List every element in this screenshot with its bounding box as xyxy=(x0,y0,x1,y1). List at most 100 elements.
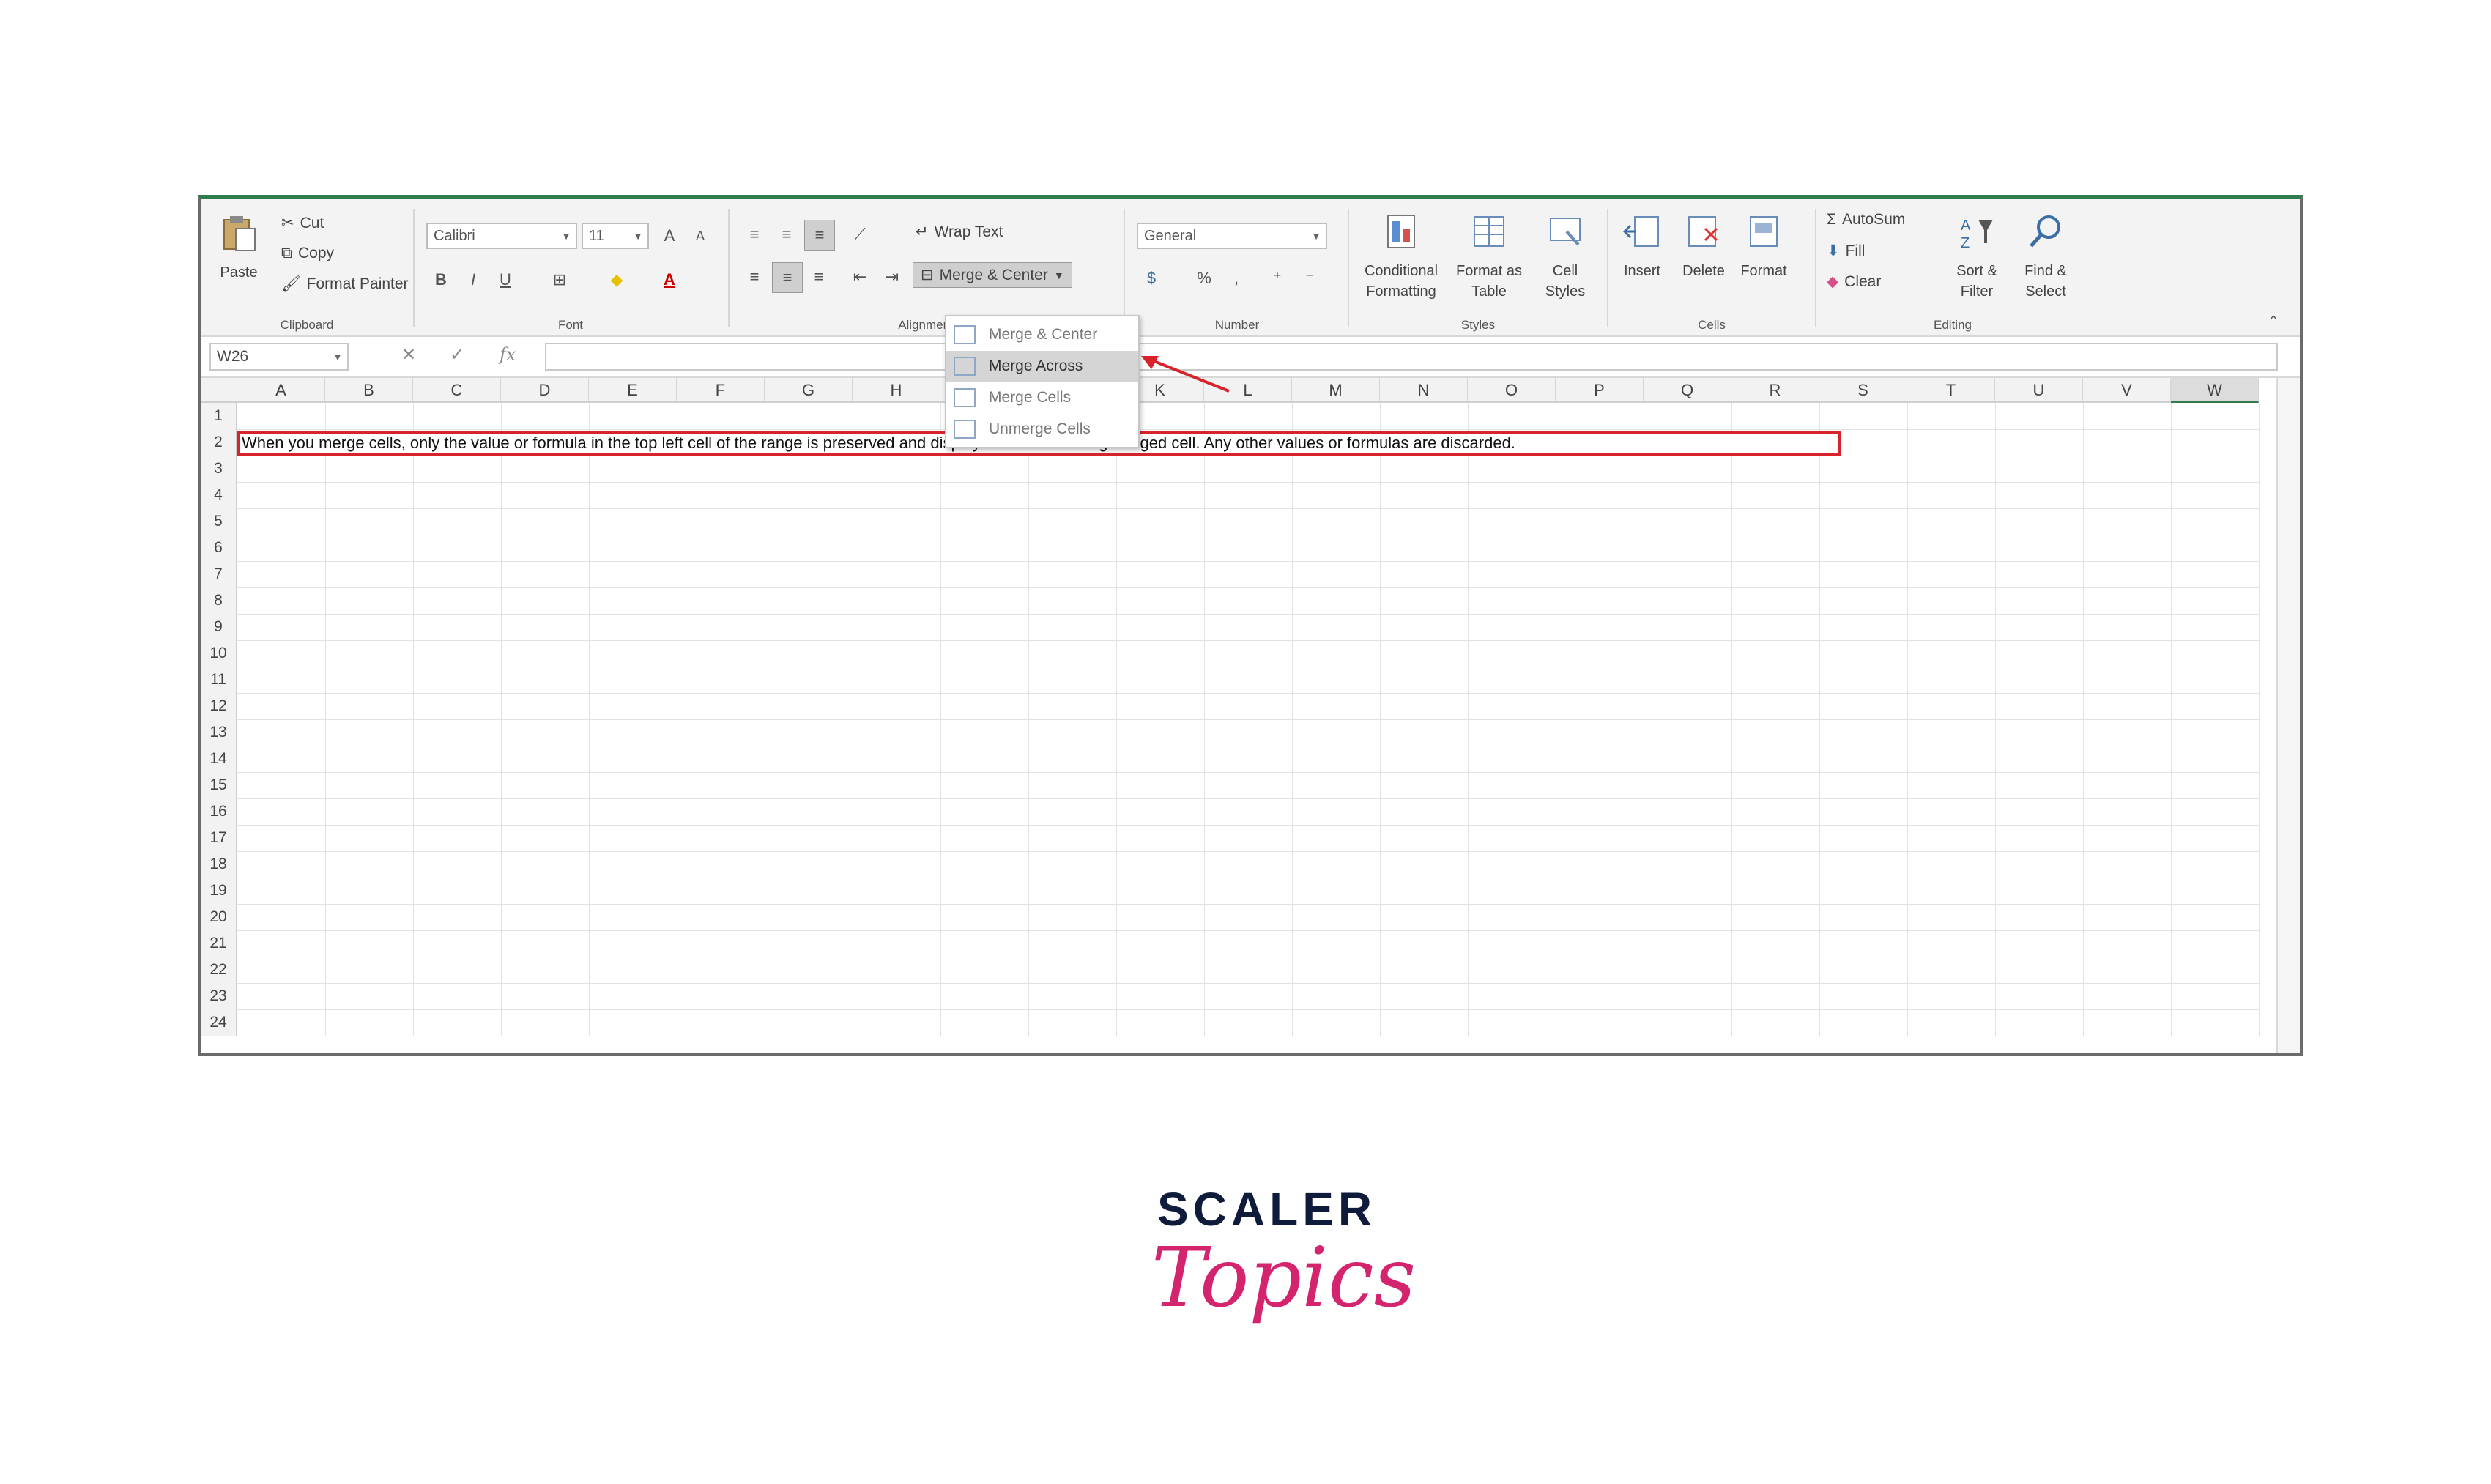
column-header-b[interactable]: B xyxy=(325,378,413,403)
font-size-select[interactable]: 11 ▼ xyxy=(582,223,649,249)
row-header-24[interactable]: 24 xyxy=(201,1009,237,1036)
column-header-w[interactable]: W xyxy=(2171,378,2259,403)
wrap-text-button[interactable]: ↵ Wrap Text xyxy=(916,223,1003,241)
cancel-icon[interactable]: ✕ xyxy=(401,344,416,366)
row-header-3[interactable]: 3 xyxy=(201,456,237,482)
comma-button[interactable]: , xyxy=(1222,264,1251,293)
row-header-14[interactable]: 14 xyxy=(201,746,237,772)
percent-button[interactable]: % xyxy=(1189,264,1219,293)
row-header-13[interactable]: 13 xyxy=(201,719,237,746)
column-header-h[interactable]: H xyxy=(853,378,940,403)
menu-item-merge-cells[interactable]: Merge Cells xyxy=(946,382,1138,413)
orientation-icon[interactable]: ⟋ xyxy=(845,220,875,249)
cell-styles-button[interactable]: Cell Styles xyxy=(1532,211,1598,302)
row-header-21[interactable]: 21 xyxy=(201,930,237,957)
decrease-decimal-button[interactable]: ⁻ xyxy=(1295,264,1324,293)
font-family-select[interactable]: Calibri ▼ xyxy=(426,223,577,249)
currency-button[interactable]: $ xyxy=(1137,264,1166,293)
column-header-g[interactable]: G xyxy=(765,378,853,403)
row-header-1[interactable]: 1 xyxy=(201,403,237,429)
increase-indent-icon[interactable]: ⇥ xyxy=(877,262,907,292)
insert-button[interactable]: Insert xyxy=(1613,211,1671,281)
align-top-icon[interactable]: ≡ xyxy=(740,220,769,249)
column-header-r[interactable]: R xyxy=(1731,378,1819,403)
row-header-23[interactable]: 23 xyxy=(201,983,237,1009)
format-button[interactable]: Format xyxy=(1734,211,1793,281)
fill-color-button[interactable]: ◆ xyxy=(602,265,631,294)
row-header-17[interactable]: 17 xyxy=(201,825,237,851)
clipboard-group-label: Clipboard xyxy=(280,318,334,332)
delete-button[interactable]: Delete xyxy=(1674,211,1733,281)
format-as-table-button[interactable]: Format as Table xyxy=(1449,211,1529,302)
column-header-f[interactable]: F xyxy=(677,378,765,403)
align-right-icon[interactable]: ≡ xyxy=(804,262,834,292)
bold-button[interactable]: B xyxy=(426,265,456,294)
formula-input[interactable] xyxy=(545,343,2278,371)
menu-item-merge-across[interactable]: Merge Across xyxy=(946,351,1138,382)
cut-button[interactable]: ✂ Cut xyxy=(281,214,324,232)
paste-button[interactable]: Paste xyxy=(218,212,259,283)
align-left-icon[interactable]: ≡ xyxy=(740,262,769,292)
row-header-12[interactable]: 12 xyxy=(201,693,237,719)
borders-button[interactable]: ⊞ xyxy=(545,265,574,294)
row-header-7[interactable]: 7 xyxy=(201,561,237,587)
row-header-6[interactable]: 6 xyxy=(201,535,237,561)
row-header-10[interactable]: 10 xyxy=(201,640,237,667)
find-select-button[interactable]: Find & Select xyxy=(2013,211,2079,302)
enter-icon[interactable]: ✓ xyxy=(450,344,464,366)
row-header-19[interactable]: 19 xyxy=(201,878,237,904)
column-header-s[interactable]: S xyxy=(1819,378,1907,403)
column-header-e[interactable]: E xyxy=(589,378,677,403)
shrink-font-button[interactable]: A xyxy=(686,221,715,251)
row-header-8[interactable]: 8 xyxy=(201,587,237,614)
number-format-select[interactable]: General ▼ xyxy=(1137,223,1327,249)
menu-item-merge-center[interactable]: Merge & Center xyxy=(946,319,1138,350)
row-header-15[interactable]: 15 xyxy=(201,772,237,798)
name-box[interactable]: W26 ▼ xyxy=(209,343,349,371)
grow-font-button[interactable]: A xyxy=(655,221,684,251)
row-header-22[interactable]: 22 xyxy=(201,957,237,983)
sort-filter-button[interactable]: A Z Sort & Filter xyxy=(1944,211,2010,302)
align-center-icon[interactable]: ≡ xyxy=(772,262,803,293)
fill-button[interactable]: ⬇ Fill xyxy=(1827,242,1865,260)
row-header-16[interactable]: 16 xyxy=(201,798,237,825)
italic-button[interactable]: I xyxy=(459,265,488,294)
font-color-button[interactable]: A xyxy=(655,265,684,294)
merge-center-button[interactable]: ⊟ Merge & Center ▼ xyxy=(913,262,1072,288)
increase-decimal-button[interactable]: ⁺ xyxy=(1263,264,1292,293)
row-header-20[interactable]: 20 xyxy=(201,904,237,930)
conditional-formatting-button[interactable]: Conditional Formatting xyxy=(1354,211,1449,302)
copy-button[interactable]: ⧉ Copy xyxy=(281,245,334,262)
column-header-c[interactable]: C xyxy=(413,378,501,403)
insert-function-icon[interactable]: fx xyxy=(500,344,516,365)
menu-item-unmerge-cells[interactable]: Unmerge Cells xyxy=(946,414,1138,445)
column-header-p[interactable]: P xyxy=(1556,378,1644,403)
row-header-9[interactable]: 9 xyxy=(201,614,237,640)
autosum-button[interactable]: Σ AutoSum xyxy=(1827,211,1905,229)
select-all-corner[interactable] xyxy=(201,378,237,403)
merge-option-icon xyxy=(954,325,976,344)
clear-button[interactable]: ◆ Clear xyxy=(1827,272,1881,291)
format-painter-button[interactable]: 🖌 Format Painter xyxy=(281,275,409,293)
column-header-d[interactable]: D xyxy=(501,378,589,403)
row-header-2[interactable]: 2 xyxy=(201,429,237,456)
column-header-n[interactable]: N xyxy=(1380,378,1468,403)
row-header-5[interactable]: 5 xyxy=(201,508,237,535)
collapse-ribbon-icon[interactable]: ⌃ xyxy=(2259,306,2288,335)
decrease-indent-icon[interactable]: ⇤ xyxy=(845,262,875,292)
row-header-18[interactable]: 18 xyxy=(201,851,237,878)
column-header-q[interactable]: Q xyxy=(1644,378,1731,403)
column-header-u[interactable]: U xyxy=(1995,378,2083,403)
column-header-a[interactable]: A xyxy=(237,378,325,403)
worksheet-grid[interactable]: ABCDEFGHIJKLMNOPQRSTUVW12345678910111213… xyxy=(201,378,2282,1053)
align-middle-icon[interactable]: ≡ xyxy=(772,220,801,249)
underline-button[interactable]: U xyxy=(491,265,520,294)
row-header-4[interactable]: 4 xyxy=(201,482,237,508)
column-header-v[interactable]: V xyxy=(2083,378,2171,403)
vertical-scrollbar[interactable] xyxy=(2276,378,2300,1053)
column-header-o[interactable]: O xyxy=(1468,378,1556,403)
column-header-t[interactable]: T xyxy=(1907,378,1995,403)
row-header-11[interactable]: 11 xyxy=(201,667,237,693)
align-bottom-icon[interactable]: ≡ xyxy=(804,220,835,251)
column-header-m[interactable]: M xyxy=(1292,378,1380,403)
